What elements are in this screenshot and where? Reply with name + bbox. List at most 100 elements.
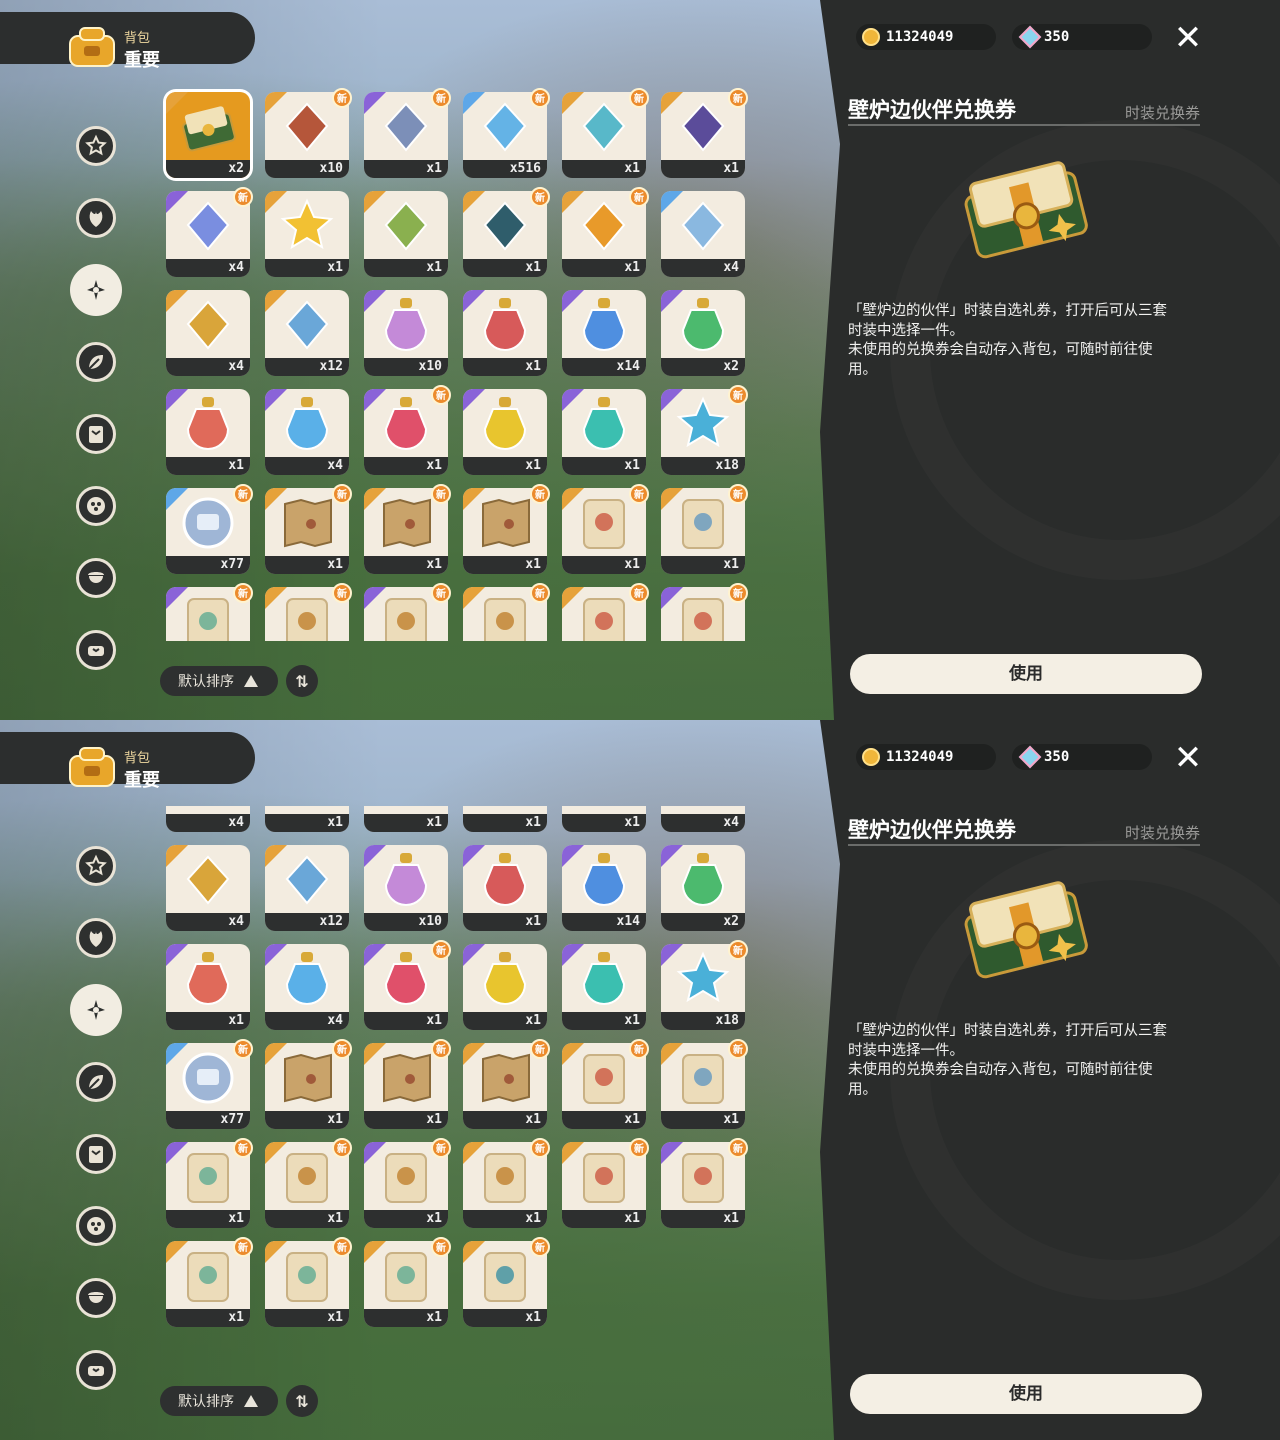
- item-slot[interactable]: x4: [661, 806, 745, 832]
- sidebar-tab-sparkle[interactable]: [70, 984, 122, 1036]
- potion-pink-icon: [384, 397, 428, 450]
- item-slot[interactable]: x1新: [562, 806, 646, 832]
- item-slot[interactable]: x1: [463, 845, 547, 931]
- item-slot[interactable]: x4: [166, 845, 250, 931]
- sidebar-tab-card[interactable]: [76, 1134, 116, 1174]
- item-slot[interactable]: x2: [166, 92, 250, 178]
- sidebar-tab-sofa[interactable]: [76, 1350, 116, 1390]
- item-slot[interactable]: x18 新: [661, 940, 748, 1030]
- item-slot[interactable]: x1: [364, 191, 448, 277]
- item-slot[interactable]: x77 新: [166, 484, 253, 574]
- sidebar-tab-sparkle[interactable]: [70, 264, 122, 316]
- sidebar-tab-star-badge[interactable]: [76, 126, 116, 166]
- close-button[interactable]: ✕: [1168, 738, 1208, 778]
- sidebar-tab-feather[interactable]: [76, 1062, 116, 1102]
- new-badge: 新: [332, 583, 352, 603]
- use-button[interactable]: 使用: [850, 654, 1202, 694]
- item-slot[interactable]: x1: [463, 389, 547, 475]
- sort-order-toggle[interactable]: ⇅: [286, 665, 318, 697]
- item-slot[interactable]: x1新: [562, 484, 649, 574]
- item-slot[interactable]: x1新: [562, 583, 649, 641]
- item-slot[interactable]: x1: [166, 389, 250, 475]
- item-slot[interactable]: x1新: [661, 484, 748, 574]
- sidebar-tab-acorn[interactable]: [76, 558, 116, 598]
- item-slot[interactable]: x4: [265, 389, 349, 475]
- item-slot[interactable]: x4: [166, 290, 250, 376]
- item-slot[interactable]: x1新: [364, 940, 451, 1030]
- item-slot[interactable]: x1新: [166, 1138, 253, 1228]
- item-slot[interactable]: x10: [364, 845, 448, 931]
- item-slot[interactable]: x1新: [166, 1237, 253, 1327]
- item-slot[interactable]: x1新: [265, 583, 352, 641]
- sidebar-tab-acorn[interactable]: [76, 1278, 116, 1318]
- item-slot[interactable]: x1新: [265, 1237, 352, 1327]
- item-slot[interactable]: x1新: [562, 88, 649, 178]
- sidebar-tab-dots[interactable]: [76, 1206, 116, 1246]
- sidebar-tab-leaf[interactable]: [76, 198, 116, 238]
- item-slot[interactable]: x1新: [661, 88, 748, 178]
- item-slot[interactable]: x1新: [463, 484, 550, 574]
- item-slot[interactable]: x4: [661, 191, 745, 277]
- item-slot[interactable]: x10: [364, 290, 448, 376]
- item-slot[interactable]: x1新: [661, 1039, 748, 1129]
- item-slot[interactable]: x1新: [463, 1039, 550, 1129]
- item-slot[interactable]: x2: [661, 290, 745, 376]
- sidebar-tab-card[interactable]: [76, 414, 116, 454]
- sort-dropdown[interactable]: 默认排序: [160, 666, 278, 696]
- item-slot[interactable]: x2: [661, 845, 745, 931]
- item-slot[interactable]: x1: [562, 944, 646, 1030]
- item-slot[interactable]: x4新: [166, 806, 250, 832]
- item-slot[interactable]: x1新: [562, 1138, 649, 1228]
- sort-order-toggle[interactable]: ⇅: [286, 1385, 318, 1417]
- item-slot[interactable]: x1新: [463, 1138, 550, 1228]
- item-slot[interactable]: x1: [166, 944, 250, 1030]
- sidebar-tab-dots[interactable]: [76, 486, 116, 526]
- sidebar-tab-star-badge[interactable]: [76, 846, 116, 886]
- item-slot[interactable]: x1新: [463, 187, 550, 277]
- item-slot[interactable]: x1: [463, 944, 547, 1030]
- item-slot[interactable]: x1: [364, 806, 448, 832]
- item-slot[interactable]: x1新: [364, 484, 451, 574]
- item-slot[interactable]: x1新: [661, 583, 748, 641]
- close-button[interactable]: ✕: [1168, 18, 1208, 58]
- sort-dropdown[interactable]: 默认排序: [160, 1386, 278, 1416]
- sidebar-tab-feather[interactable]: [76, 342, 116, 382]
- item-slot[interactable]: x12: [265, 845, 349, 931]
- item-slot[interactable]: x1新: [364, 1138, 451, 1228]
- item-slot[interactable]: x1新: [364, 1039, 451, 1129]
- item-slot[interactable]: x1: [562, 389, 646, 475]
- item-slot[interactable]: x516 新: [463, 88, 550, 178]
- item-slot[interactable]: x1新: [265, 1039, 352, 1129]
- item-slot[interactable]: x1新: [562, 1039, 649, 1129]
- item-slot[interactable]: x12: [265, 290, 349, 376]
- item-slot[interactable]: x1新: [661, 1138, 748, 1228]
- item-slot[interactable]: x1新: [265, 484, 352, 574]
- item-slot[interactable]: x18 新: [661, 385, 748, 475]
- item-slot[interactable]: x77 新: [166, 1039, 253, 1129]
- item-slot[interactable]: x1: [463, 290, 547, 376]
- sidebar-tab-sofa[interactable]: [76, 630, 116, 670]
- item-slot[interactable]: x1新: [166, 583, 253, 641]
- sidebar-tab-leaf[interactable]: [76, 918, 116, 958]
- item-slot[interactable]: x4: [265, 944, 349, 1030]
- item-slot[interactable]: x1新: [364, 1237, 451, 1327]
- item-slot[interactable]: x1: [265, 806, 349, 832]
- use-button[interactable]: 使用: [850, 1374, 1202, 1414]
- item-slot[interactable]: x1新: [463, 1237, 550, 1327]
- item-quantity: x1: [661, 1111, 745, 1129]
- item-slot[interactable]: x1: [265, 191, 349, 277]
- item-slot[interactable]: x1新: [364, 88, 451, 178]
- item-slot[interactable]: x14: [562, 845, 646, 931]
- coin-icon: [862, 748, 880, 766]
- item-slot[interactable]: x1新: [463, 583, 550, 641]
- item-quantity: x1: [562, 259, 646, 277]
- item-slot[interactable]: x4新: [166, 187, 253, 277]
- item-slot[interactable]: x1新: [364, 385, 451, 475]
- item-slot[interactable]: x14: [562, 290, 646, 376]
- map-icon: [284, 1053, 332, 1103]
- item-slot[interactable]: x1新: [562, 187, 649, 277]
- item-slot[interactable]: x1新: [364, 583, 451, 641]
- item-slot[interactable]: x10 新: [265, 88, 352, 178]
- item-slot[interactable]: x1新: [265, 1138, 352, 1228]
- item-slot[interactable]: x1新: [463, 806, 547, 832]
